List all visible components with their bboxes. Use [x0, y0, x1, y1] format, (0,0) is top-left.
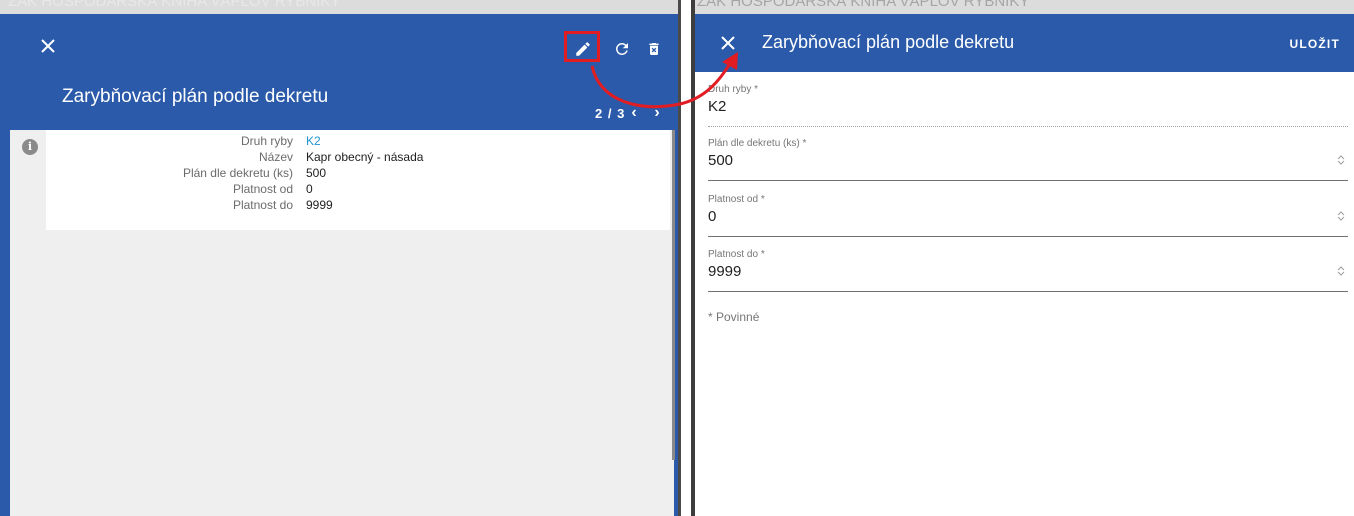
page: ZAK HOSPODÁŘSKÁ KNIHA VÁPLOV RYBNÍKY Zar… — [0, 0, 1354, 516]
detail-panel: ZAK HOSPODÁŘSKÁ KNIHA VÁPLOV RYBNÍKY Zar… — [0, 0, 681, 516]
detail-label: Plán dle dekretu (ks) — [182, 166, 293, 180]
spinner-icon[interactable] — [1336, 154, 1346, 166]
field-underline — [708, 291, 1348, 292]
field-value[interactable]: 500 — [708, 152, 1348, 169]
field-underline — [708, 236, 1348, 237]
field-label: Plán dle dekretu (ks) * — [708, 138, 807, 149]
detail-value-link[interactable]: K2 — [306, 134, 321, 148]
field-value[interactable]: 9999 — [708, 263, 1348, 280]
detail-row: Platnost od 0 — [46, 182, 670, 198]
fish-species-field[interactable]: Druh ryby * K2 — [708, 84, 1348, 128]
detail-row: Platnost do 9999 — [46, 198, 670, 214]
field-value[interactable]: K2 — [708, 98, 1348, 115]
chevron-right-icon[interactable]: › — [650, 104, 664, 122]
detail-row: Plán dle dekretu (ks) 500 — [46, 166, 670, 182]
edit-highlight-annotation — [564, 31, 600, 62]
detail-title: Zarybňovací plán podle dekretu — [62, 86, 329, 107]
detail-body: i Druh ryby K2 Název Kapr obecný - násad… — [10, 130, 674, 516]
detail-value: 9999 — [306, 198, 333, 212]
valid-from-field[interactable]: Platnost od * 0 — [708, 194, 1348, 238]
detail-label: Platnost do — [232, 198, 293, 212]
detail-label: Platnost od — [232, 182, 293, 196]
detail-label: Druh ryby — [240, 134, 293, 148]
required-note: * Povinné — [708, 310, 760, 324]
panel-divider — [691, 0, 695, 516]
background-app-title: ZAK HOSPODÁŘSKÁ KNIHA VÁPLOV RYBNÍKY — [697, 0, 1030, 10]
field-label: Platnost od * — [708, 194, 765, 205]
chevron-left-icon[interactable]: ‹ — [627, 104, 641, 122]
refresh-icon — [615, 42, 628, 55]
close-icon[interactable] — [719, 34, 737, 52]
close-icon[interactable] — [38, 36, 58, 56]
spinner-icon[interactable] — [1336, 265, 1346, 277]
scrollbar[interactable] — [672, 130, 675, 460]
delete-button[interactable] — [642, 36, 666, 62]
detail-card: Druh ryby K2 Název Kapr obecný - násada … — [46, 130, 670, 230]
field-label: Platnost do * — [708, 249, 765, 260]
edit-toolbar: Zarybňovací plán podle dekretu ULOŽIT — [695, 14, 1354, 72]
save-button[interactable]: ULOŽIT — [1289, 37, 1340, 51]
edit-panel: ZAK HOSPODÁŘSKÁ KNIHA VÁPLOV RYBNÍKY Zar… — [691, 0, 1354, 516]
record-pager: 2 / 3 — [595, 106, 626, 121]
detail-value: 500 — [306, 166, 327, 180]
background-app-strip: ZAK HOSPODÁŘSKÁ KNIHA VÁPLOV RYBNÍKY — [695, 0, 1354, 14]
field-value[interactable]: 0 — [708, 208, 1348, 225]
detail-row: Druh ryby K2 — [46, 134, 670, 150]
refresh-button[interactable] — [610, 36, 634, 62]
info-icon[interactable]: i — [22, 139, 38, 155]
delete-icon — [649, 43, 659, 55]
detail-value: Kapr obecný - násada — [306, 150, 424, 164]
valid-to-field[interactable]: Platnost do * 9999 — [708, 249, 1348, 293]
detail-label: Název — [258, 150, 293, 164]
field-underline — [708, 126, 1348, 127]
panel-divider — [678, 0, 681, 516]
edit-title: Zarybňovací plán podle dekretu — [762, 32, 1015, 52]
field-label: Druh ryby * — [708, 84, 759, 95]
background-app-title: ZAK HOSPODÁŘSKÁ KNIHA VÁPLOV RYBNÍKY — [8, 0, 341, 10]
spinner-icon[interactable] — [1336, 210, 1346, 222]
detail-value: 0 — [306, 182, 313, 196]
detail-row: Název Kapr obecný - násada — [46, 150, 670, 166]
field-underline — [708, 180, 1348, 181]
plan-count-field[interactable]: Plán dle dekretu (ks) * 500 — [708, 138, 1348, 182]
